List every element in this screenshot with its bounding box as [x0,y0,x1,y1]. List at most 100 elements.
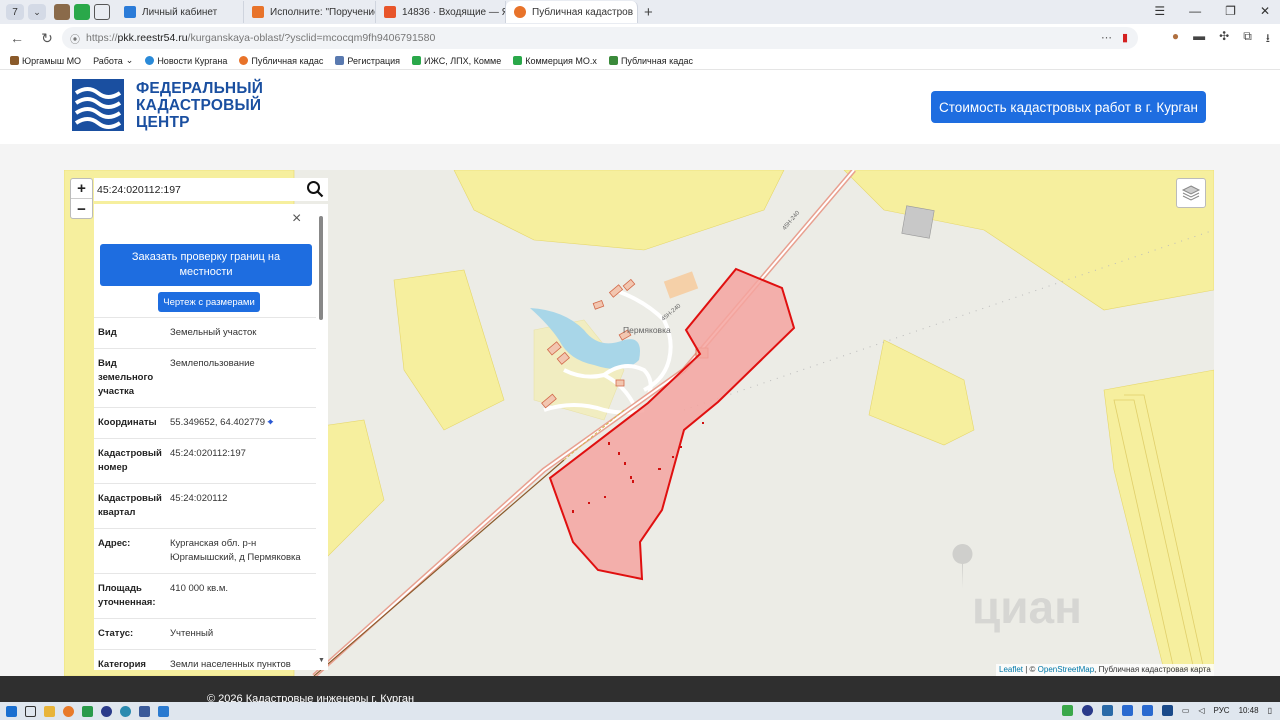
pinned-tab-grid-icon[interactable] [74,4,90,20]
zoom-in-button[interactable]: + [71,179,92,199]
back-button[interactable]: ← [2,30,32,46]
attribute-row: Площадь уточненная: 410 000 кв.м. [94,573,316,618]
logo-icon[interactable] [72,79,124,131]
yandex-browser-icon[interactable] [101,705,112,717]
bookmark-item[interactable]: ИЖС, ЛПХ, Комме [412,56,501,66]
tray-icon[interactable] [1141,705,1153,716]
bookmark-item[interactable]: Регистрация [335,56,400,66]
menu-icon[interactable]: ☰ [1154,4,1165,18]
bookmark-item[interactable]: Коммерция МО.x [513,56,597,66]
app-icon[interactable] [82,705,93,717]
attribute-value: 45:24:020112:197 [170,448,246,459]
tray-icon[interactable] [1061,705,1073,716]
task-view-icon[interactable] [25,705,36,717]
tab-executor[interactable]: Исполните: "Поручение: I [244,1,376,23]
attribute-key: Кадастровый номер [98,448,162,473]
close-icon[interactable]: × [292,210,301,228]
bookmark-item[interactable]: Публичная кадас [608,55,693,66]
leaflet-link[interactable]: Leaflet [999,665,1023,674]
language-indicator[interactable]: РУС [1214,706,1230,715]
start-icon[interactable] [6,705,17,717]
reload-button[interactable]: ↻ [32,30,62,47]
scroll-down-icon[interactable]: ▼ [318,657,325,664]
attribute-value: Землепользование [170,358,255,369]
volume-icon[interactable]: ◁ [1198,706,1204,715]
cadastral-search-input[interactable]: 45:24:020112:197 [94,178,328,201]
attribute-row: Кадастровый номер 45:24:020112:197 [94,438,316,483]
zoom-out-button[interactable]: − [71,199,92,219]
notifications-icon[interactable]: ▯ [1268,706,1272,715]
url-field[interactable]: ⦿ https://pkk.reestr54.ru/kurganskaya-ob… [62,27,1138,49]
url-path: /kurganskaya-oblast/?ysclid=mcocqm9fh940… [187,32,436,44]
bookmark-label: Публичная кадас [620,55,693,66]
logo-text[interactable]: ФЕДЕРАЛЬНЫЙ КАДАСТРОВЫЙ ЦЕНТР [136,80,263,131]
restore-icon[interactable]: ❐ [1225,4,1236,18]
attribute-row: Адрес: Курганская обл. р-н Юргамышский, д… [94,528,316,573]
logo-line: ФЕДЕРАЛЬНЫЙ [136,80,264,97]
tray-icon[interactable] [1161,705,1173,716]
watermark-text: циан [972,581,1082,633]
bookmark-label: Регистрация [347,55,401,66]
layers-icon [1181,185,1201,201]
footer-copyright: © 2026 Кадастровые инженеры г. Курган [207,693,415,702]
bookmark-favicon-icon [239,56,249,65]
download-icon[interactable]: ⭳ [1266,29,1270,50]
tab-public-cadastral-map[interactable]: Публичная кадастров ✕ [506,1,638,23]
clock[interactable]: 10:48 [1239,706,1259,715]
extension-hat-icon[interactable]: ▬ [1193,29,1205,50]
app-icon[interactable] [139,705,150,717]
bookmark-item[interactable]: Публичная кадас [239,56,323,66]
system-tray: ▭ ◁ РУС 10:48 ▯ [1061,705,1272,716]
tray-icon[interactable] [1101,705,1113,716]
network-icon[interactable]: ▭ [1182,706,1190,715]
tab-count-button[interactable]: 7 [6,4,24,20]
drawing-with-dimensions-button[interactable]: Чертеж с размерами [158,292,260,312]
extension-avatar-icon[interactable]: ● [1172,29,1179,50]
layers-button[interactable] [1176,178,1206,208]
search-icon[interactable] [306,180,324,198]
minimize-icon[interactable]: — [1189,4,1201,18]
bookmark-favicon-icon [145,56,155,65]
tray-icon[interactable] [1081,705,1093,716]
attribute-key: Категория земель [98,659,146,670]
app-icon[interactable] [63,705,74,717]
tab-favicon-icon [384,6,396,18]
cadastral-cost-button[interactable]: Стоимость кадастровых работ в г. Курган [931,91,1206,123]
close-window-icon[interactable]: ✕ [1260,4,1270,18]
explorer-icon[interactable] [44,705,55,717]
app-icon[interactable] [120,705,131,717]
chevron-down-icon: ⌄ [125,55,134,65]
coordinates-value: 55.349652, 64.402779 [170,417,266,428]
attribute-row: Вид земельного участка Землепользование [94,348,316,407]
zoom-control: + − [70,178,93,219]
bookmark-icon[interactable]: ▮ [1122,31,1128,44]
tabs-dropdown-button[interactable]: ⌄ [28,4,46,20]
more-icon[interactable]: ⋯ [1101,31,1112,44]
order-boundary-check-button[interactable]: Заказать проверку границ на местности [100,244,312,286]
tray-icon[interactable] [1121,705,1133,716]
locate-icon[interactable]: ⌖ [268,417,273,428]
pinned-tab-document-icon[interactable] [94,4,110,20]
bookmark-folder-work[interactable]: Работа ⌄ [93,55,133,66]
collections-icon[interactable]: ⧉ [1243,29,1252,50]
app-icon[interactable] [158,705,169,717]
url-prefix: https:// [86,32,118,44]
parcel-attributes: Вид Земельный участок Вид земельного учас… [94,317,316,670]
logo-line: ЦЕНТР [136,114,190,131]
attribute-row: Кадастровый квартал 45:24:020112 [94,483,316,528]
bookmark-label: ИЖС, ЛПХ, Комме [424,55,502,66]
new-tab-button[interactable]: + [644,4,653,21]
bookmark-label: Новости Кургана [157,55,228,66]
pinned-tab-icon[interactable] [54,4,70,20]
bookmark-item[interactable]: Юргамыш МО [10,56,81,66]
scrollbar-thumb[interactable] [319,216,323,320]
site-info-icon[interactable]: ⦿ [70,31,80,46]
tab-personal-cabinet[interactable]: Личный кабинет [116,1,244,23]
osm-link[interactable]: OpenStreetMap [1038,665,1094,674]
panel-scrollbar[interactable]: ▼ [318,212,325,664]
attribute-key: Кадастровый квартал [98,493,162,518]
extension-puzzle-icon[interactable]: ✣ [1219,29,1229,50]
tab-inbox[interactable]: 14836 · Входящие — Янде [376,1,506,23]
bookmark-item[interactable]: Новости Кургана [145,56,227,66]
bookmark-label: Работа [93,55,123,66]
